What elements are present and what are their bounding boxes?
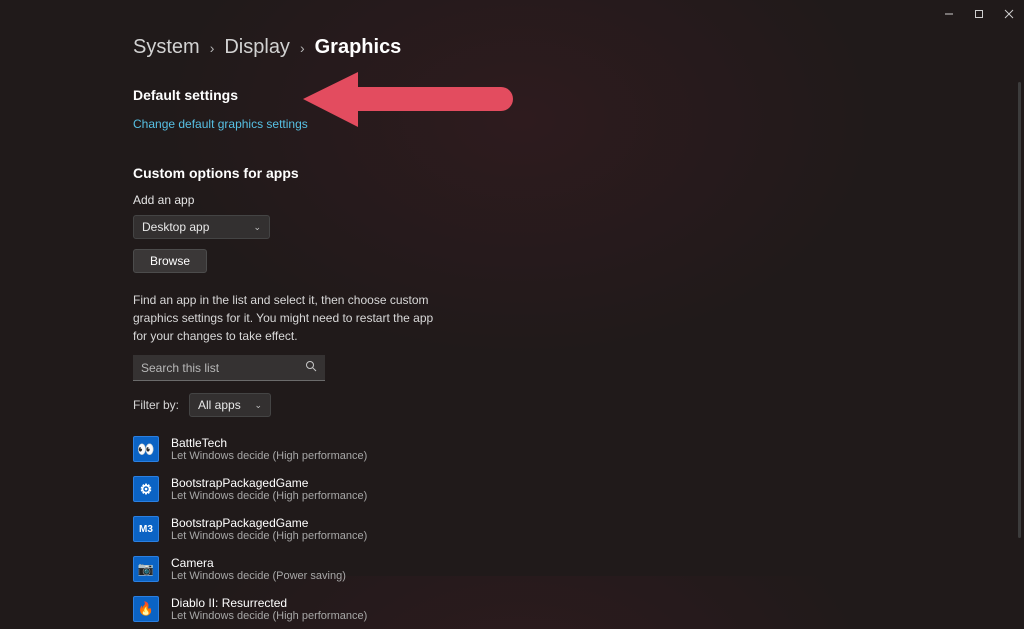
app-icon xyxy=(133,596,159,622)
app-type-dropdown[interactable]: Desktop app ⌄ xyxy=(133,215,270,239)
search-icon xyxy=(305,360,317,375)
app-subtitle: Let Windows decide (High performance) xyxy=(171,530,367,542)
app-icon xyxy=(133,476,159,502)
add-app-label: Add an app xyxy=(133,193,893,207)
app-subtitle: Let Windows decide (Power saving) xyxy=(171,570,346,582)
app-icon xyxy=(133,436,159,462)
app-list-item[interactable]: BootstrapPackagedGameLet Windows decide … xyxy=(133,469,893,509)
app-subtitle: Let Windows decide (High performance) xyxy=(171,490,367,502)
app-list-item[interactable]: Diablo II: ResurrectedLet Windows decide… xyxy=(133,589,893,629)
app-list: BattleTechLet Windows decide (High perfo… xyxy=(133,429,893,629)
breadcrumb: System › Display › Graphics xyxy=(133,36,893,59)
app-name: BattleTech xyxy=(171,436,367,450)
default-settings-heading: Default settings xyxy=(133,87,893,103)
filter-dropdown[interactable]: All apps ⌄ xyxy=(189,393,271,417)
breadcrumb-system[interactable]: System xyxy=(133,36,200,59)
breadcrumb-graphics: Graphics xyxy=(315,36,402,59)
search-input[interactable] xyxy=(141,361,305,375)
scrollbar[interactable] xyxy=(1018,82,1021,538)
chevron-down-icon: ⌄ xyxy=(254,400,262,411)
filter-by-label: Filter by: xyxy=(133,398,179,412)
browse-button[interactable]: Browse xyxy=(133,249,207,273)
app-list-item[interactable]: CameraLet Windows decide (Power saving) xyxy=(133,549,893,589)
app-subtitle: Let Windows decide (High performance) xyxy=(171,610,367,622)
custom-options-heading: Custom options for apps xyxy=(133,165,893,181)
app-subtitle: Let Windows decide (High performance) xyxy=(171,450,367,462)
app-list-item[interactable]: BattleTechLet Windows decide (High perfo… xyxy=(133,429,893,469)
window-minimize-button[interactable] xyxy=(934,0,964,28)
filter-selected: All apps xyxy=(198,398,241,412)
app-name: Diablo II: Resurrected xyxy=(171,596,367,610)
window-close-button[interactable] xyxy=(994,0,1024,28)
app-icon xyxy=(133,556,159,582)
chevron-right-icon: › xyxy=(300,40,305,56)
chevron-down-icon: ⌄ xyxy=(253,222,261,233)
app-list-item[interactable]: M3 BootstrapPackagedGameLet Windows decid… xyxy=(133,509,893,549)
window-maximize-button[interactable] xyxy=(964,0,994,28)
breadcrumb-display[interactable]: Display xyxy=(224,36,290,59)
app-name: BootstrapPackagedGame xyxy=(171,516,367,530)
change-default-graphics-link[interactable]: Change default graphics settings xyxy=(133,117,308,131)
search-list-input[interactable] xyxy=(133,355,325,381)
chevron-right-icon: › xyxy=(210,40,215,56)
app-icon: M3 xyxy=(133,516,159,542)
app-name: BootstrapPackagedGame xyxy=(171,476,367,490)
helper-text: Find an app in the list and select it, t… xyxy=(133,291,443,345)
app-name: Camera xyxy=(171,556,346,570)
app-type-selected: Desktop app xyxy=(142,220,209,234)
